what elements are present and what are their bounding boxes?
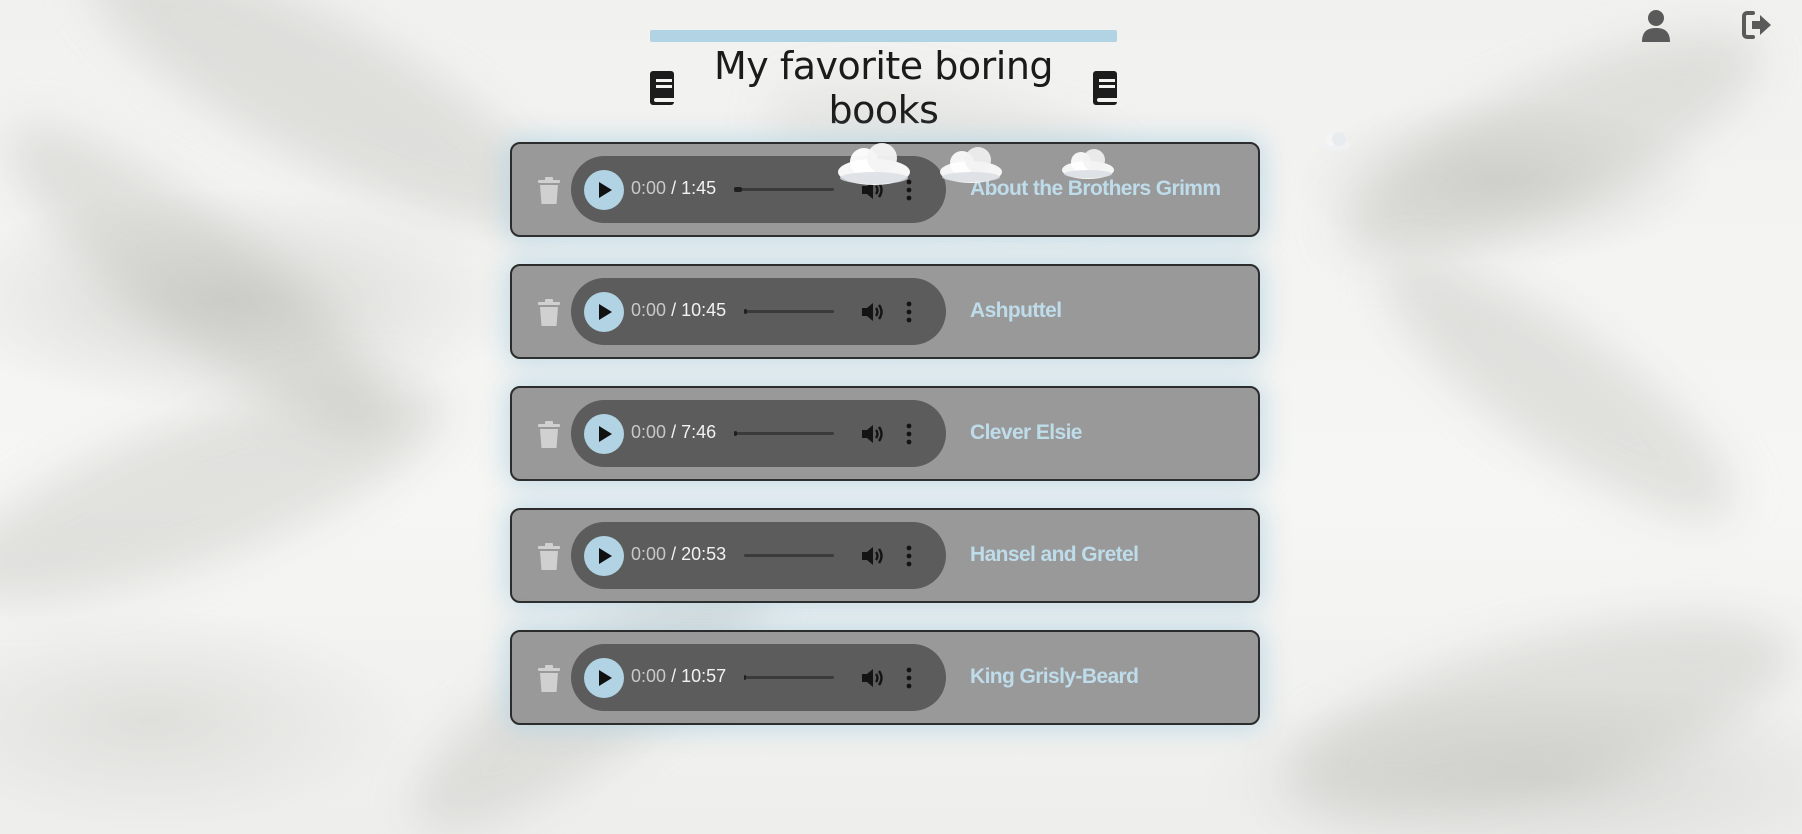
title-accent-bar [650,30,1117,42]
duration: / 1:45 [671,178,717,198]
trash-icon[interactable] [537,177,561,205]
book-title[interactable]: Ashputtel [970,299,1062,323]
book-icon [1092,71,1120,105]
book-title[interactable]: Clever Elsie [970,421,1082,445]
volume-icon[interactable] [861,545,885,567]
current-time: 0:00 [631,300,667,320]
seek-bar[interactable] [744,675,834,680]
book-row: 0:00 / 20:53 Hansel and Gretel [510,508,1260,603]
current-time: 0:00 [631,178,667,198]
play-icon[interactable] [584,536,624,576]
volume-icon[interactable] [861,667,885,689]
trash-icon[interactable] [537,665,561,693]
seek-handle[interactable] [734,187,742,192]
page-title-text: My favorite boring books [713,44,1054,132]
volume-icon[interactable] [861,423,885,445]
book-row: 0:00 / 10:57 King Grisly-Beard [510,630,1260,725]
cloud-icon [1062,149,1114,179]
seek-bar[interactable] [744,309,834,314]
book-title[interactable]: Hansel and Gretel [970,543,1139,567]
book-icon [650,71,677,105]
book-title[interactable]: About the Brothers Grimm [970,177,1221,201]
audio-player: 0:00 / 20:53 [571,522,946,589]
seek-handle[interactable] [744,309,747,314]
audio-player: 0:00 / 10:45 [571,278,946,345]
duration: / 7:46 [671,422,717,442]
more-vertical-icon[interactable] [904,301,914,323]
trash-icon[interactable] [537,543,561,571]
current-time: 0:00 [631,544,667,564]
book-row: 0:00 / 10:45 Ashputtel [510,264,1260,359]
more-vertical-icon[interactable] [904,667,914,689]
book-row: 0:00 / 7:46 Clever Elsie [510,386,1260,481]
page-title: My favorite boring books [650,44,1120,132]
seek-handle[interactable] [734,431,737,436]
current-time: 0:00 [631,422,667,442]
trash-icon[interactable] [537,299,561,327]
volume-icon[interactable] [861,301,885,323]
audio-player: 0:00 / 7:46 [571,400,946,467]
more-vertical-icon[interactable] [904,545,914,567]
book-list: 0:00 / 1:45 About the Brothers Grimm 0:0… [510,142,1260,752]
seek-bar[interactable] [734,187,834,192]
current-time: 0:00 [631,666,667,686]
time-display: 0:00 / 10:57 [631,666,726,687]
duration: / 10:57 [671,666,727,686]
cloud-icon [940,147,1002,183]
seek-bar[interactable] [744,554,834,557]
user-icon[interactable] [1642,10,1670,42]
book-title[interactable]: King Grisly-Beard [970,665,1139,689]
play-icon[interactable] [584,292,624,332]
seek-bar[interactable] [734,431,834,436]
duration: / 10:45 [671,300,727,320]
more-vertical-icon[interactable] [904,423,914,445]
trash-icon[interactable] [537,421,561,449]
cloud-icon [1319,132,1351,151]
time-display: 0:00 / 1:45 [631,178,716,199]
play-icon[interactable] [584,170,624,210]
time-display: 0:00 / 7:46 [631,422,716,443]
time-display: 0:00 / 10:45 [631,300,726,321]
audio-player: 0:00 / 10:57 [571,644,946,711]
cloud-icon [838,143,910,185]
play-icon[interactable] [584,414,624,454]
page-header: My favorite boring books [650,30,1120,132]
sign-out-icon[interactable] [1742,10,1772,40]
duration: / 20:53 [671,544,727,564]
play-icon[interactable] [584,658,624,698]
seek-handle[interactable] [744,675,746,680]
time-display: 0:00 / 20:53 [631,544,726,565]
